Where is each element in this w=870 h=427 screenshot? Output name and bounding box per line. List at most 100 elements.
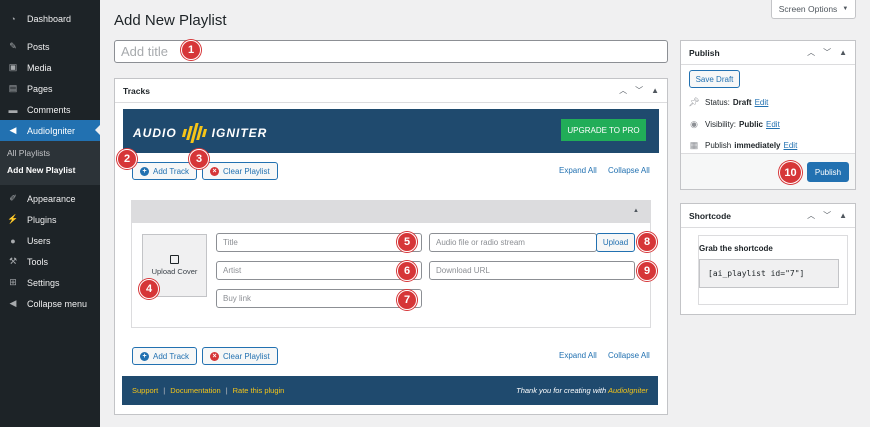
move-down-icon[interactable]: ﹀: [823, 210, 831, 221]
clear-playlist-label: Clear Playlist: [223, 351, 270, 361]
move-down-icon[interactable]: ﹀: [823, 47, 831, 58]
support-link[interactable]: Support: [132, 386, 158, 395]
shortcode-field[interactable]: [ai_playlist id="7"]: [699, 259, 839, 288]
close-icon: ×: [210, 351, 219, 361]
toggle-panel-icon[interactable]: ▲: [839, 211, 847, 220]
edit-publish-time-link[interactable]: Edit: [784, 141, 798, 150]
publish-button[interactable]: Publish: [807, 162, 849, 182]
sidebar-item-comments[interactable]: ▬ Comments: [0, 99, 100, 120]
status-label: Status:: [705, 98, 730, 107]
brush-icon: ✐: [9, 193, 17, 203]
track-title-field[interactable]: Title: [216, 233, 422, 252]
shortcode-label: Grab the shortcode: [699, 244, 773, 253]
sidebar-item-audioigniter[interactable]: ◀ AudioIgniter: [0, 120, 100, 141]
edit-visibility-link[interactable]: Edit: [766, 120, 780, 129]
eye-icon: ◉: [690, 119, 698, 129]
track-item-header[interactable]: ▲: [132, 201, 650, 223]
audioigniter-banner: AUDIO IGNITER UPGRADE TO PRO: [123, 109, 659, 153]
clear-playlist-button-bottom[interactable]: × Clear Playlist: [202, 347, 278, 365]
audioigniter-link[interactable]: AudioIgniter: [608, 386, 648, 395]
sidebar-item-settings[interactable]: ⊞ Settings: [0, 272, 100, 293]
audioigniter-footer: Support | Documentation | Rate this plug…: [122, 376, 658, 405]
buy-link-field[interactable]: Buy link: [216, 289, 422, 308]
sidebar-item-label: Settings: [27, 277, 60, 288]
sidebar-item-label: Pages: [27, 83, 53, 94]
shortcode-header: Shortcode ︿ ﹀ ▲: [681, 204, 855, 228]
audio-url-placeholder: Audio file or radio stream: [436, 238, 525, 247]
sidebar-item-label: Collapse menu: [27, 298, 88, 309]
move-up-icon[interactable]: ︿: [807, 47, 815, 58]
footer-thanks-text: Thank you for creating with: [516, 386, 607, 395]
calendar-icon: ▦: [689, 140, 699, 150]
submenu-item-add-new-playlist[interactable]: Add New Playlist: [0, 162, 100, 179]
separator: |: [225, 386, 228, 395]
title-placeholder: Add title: [121, 44, 168, 59]
expand-all-link-bottom[interactable]: Expand All: [559, 351, 597, 360]
publish-value: immediately: [734, 141, 781, 150]
wrench-icon: ⚒: [8, 256, 18, 266]
sidebar-item-pages[interactable]: ▤ Pages: [0, 78, 100, 99]
clear-playlist-button[interactable]: × Clear Playlist: [202, 162, 278, 180]
page-title: Add New Playlist: [114, 12, 227, 29]
sidebar-item-label: Users: [27, 235, 51, 246]
sidebar-item-label: Media: [27, 62, 52, 73]
edit-status-link[interactable]: Edit: [755, 98, 769, 107]
sidebar-item-plugins[interactable]: ⚡ Plugins: [0, 209, 100, 230]
audioigniter-submenu: All Playlists Add New Playlist: [0, 141, 100, 185]
sidebar-item-label: Appearance: [27, 193, 76, 204]
sidebar-item-appearance[interactable]: ✐ Appearance: [0, 188, 100, 209]
sidebar-item-label: Tools: [27, 256, 49, 267]
sidebar-item-media[interactable]: ▣ Media: [0, 57, 100, 78]
upgrade-to-pro-button[interactable]: UPGRADE TO PRO: [561, 119, 646, 141]
visibility-row: ◉ Visibility: Public Edit: [689, 119, 780, 130]
collapse-arrow-icon[interactable]: ▲: [633, 208, 639, 214]
sidebar-item-tools[interactable]: ⚒ Tools: [0, 251, 100, 272]
screen-options-label: Screen Options: [778, 4, 838, 14]
documentation-link[interactable]: Documentation: [170, 386, 220, 395]
upload-cover-label: Upload Cover: [151, 267, 198, 276]
title-field-placeholder: Title: [223, 238, 238, 247]
move-up-icon[interactable]: ︿: [619, 85, 627, 96]
publish-header: Publish ︿ ﹀ ▲: [681, 41, 855, 65]
move-down-icon[interactable]: ﹀: [635, 85, 643, 96]
logo-text-audio: AUDIO: [133, 126, 177, 140]
add-track-button-bottom[interactable]: + Add Track: [132, 347, 198, 365]
callout-marker: 2: [117, 149, 137, 169]
media-icon: ▣: [8, 62, 18, 72]
buy-link-placeholder: Buy link: [223, 294, 252, 303]
audio-url-field[interactable]: Audio file or radio stream: [429, 233, 597, 252]
visibility-value: Public: [738, 120, 763, 129]
sidebar-item-label: AudioIgniter: [27, 125, 76, 136]
sidebar-item-posts[interactable]: ✎ Posts: [0, 36, 100, 57]
screen-options-button[interactable]: Screen Options ▼: [771, 0, 856, 19]
rate-plugin-link[interactable]: Rate this plugin: [233, 386, 285, 395]
sidebar-item-label: Dashboard: [27, 13, 72, 24]
move-up-icon[interactable]: ︿: [807, 210, 815, 221]
collapse-all-link-bottom[interactable]: Collapse All: [608, 351, 650, 360]
sidebar-item-users[interactable]: ● Users: [0, 230, 100, 251]
separator: |: [163, 386, 166, 395]
download-url-placeholder: Download URL: [436, 266, 490, 275]
sidebar-collapse-menu[interactable]: ◀ Collapse menu: [0, 293, 100, 314]
dashboard-icon: ◔: [10, 13, 16, 24]
sidebar-item-dashboard[interactable]: ◔ Dashboard: [0, 8, 100, 29]
save-draft-button[interactable]: Save Draft: [689, 70, 740, 88]
collapse-all-link[interactable]: Collapse All: [608, 166, 650, 175]
waveform-icon: [181, 123, 207, 143]
add-track-button[interactable]: + Add Track: [132, 162, 198, 180]
toggle-panel-icon[interactable]: ▲: [651, 86, 659, 95]
submenu-item-all-playlists[interactable]: All Playlists: [0, 145, 100, 162]
artist-field-placeholder: Artist: [223, 266, 242, 275]
audioigniter-logo: AUDIO IGNITER: [133, 123, 267, 143]
upload-audio-button[interactable]: Upload: [596, 233, 635, 252]
download-url-field[interactable]: Download URL: [429, 261, 635, 280]
expand-all-link[interactable]: Expand All: [559, 166, 597, 175]
image-icon: [170, 255, 179, 264]
toggle-panel-icon[interactable]: ▲: [839, 48, 847, 57]
publish-title: Publish: [689, 47, 720, 58]
callout-marker: 9: [637, 261, 657, 281]
user-icon: ●: [10, 235, 16, 246]
plus-icon: +: [140, 166, 149, 176]
sidebar-item-label: Plugins: [27, 214, 57, 225]
track-artist-field[interactable]: Artist: [216, 261, 422, 280]
